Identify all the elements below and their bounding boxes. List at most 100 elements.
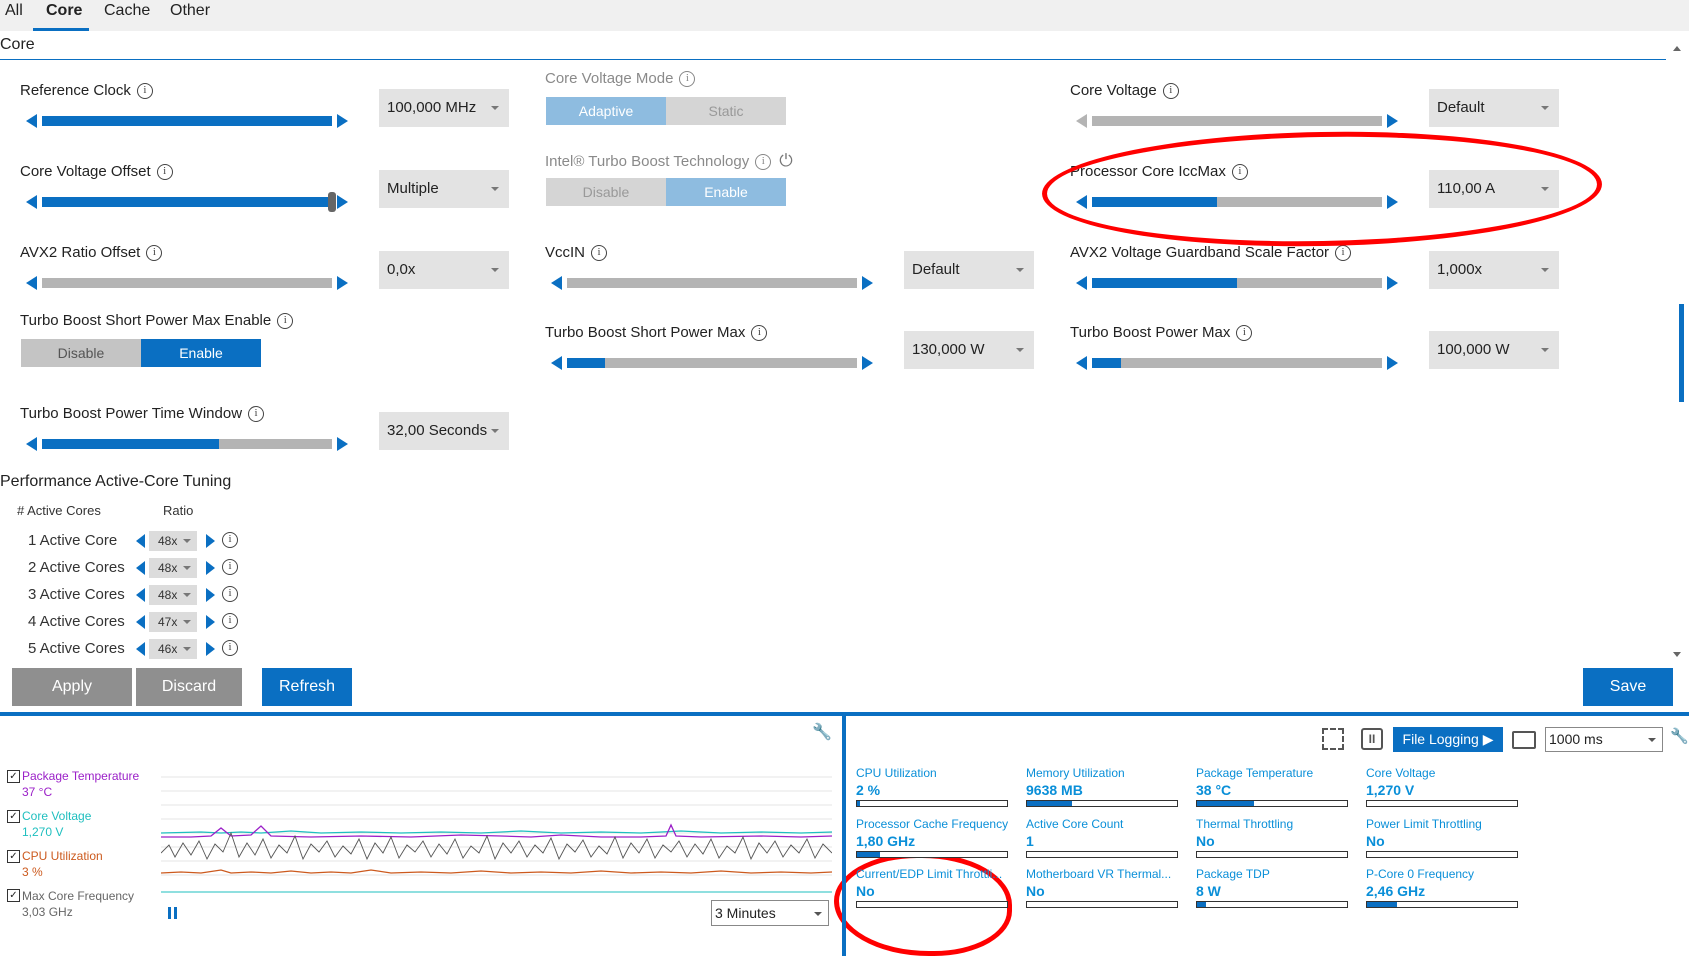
vccin-slider[interactable] xyxy=(551,275,873,291)
info-icon[interactable]: i xyxy=(277,313,294,330)
increase-arrow-icon[interactable] xyxy=(862,276,873,290)
intel-turbo-boost-toggle[interactable]: Disable Enable xyxy=(546,178,786,206)
info-icon[interactable]: i xyxy=(248,406,265,423)
pause-icon[interactable]: II xyxy=(1361,728,1383,750)
file-logging-button[interactable]: File Logging ▶ xyxy=(1393,727,1503,752)
increase-arrow-icon[interactable] xyxy=(1387,276,1398,290)
ratio-dropdown[interactable]: 48x xyxy=(149,531,197,551)
folder-icon[interactable] xyxy=(1512,731,1536,749)
increase-arrow-icon[interactable] xyxy=(337,437,348,451)
pause-graph-icon[interactable] xyxy=(168,907,171,919)
save-button[interactable]: Save xyxy=(1583,668,1673,706)
ratio-dropdown[interactable]: 47x xyxy=(149,612,197,632)
enable-option[interactable]: Enable xyxy=(141,339,261,367)
adaptive-option[interactable]: Adaptive xyxy=(546,97,666,125)
enable-option[interactable]: Enable xyxy=(666,178,786,206)
increase-arrow-icon[interactable] xyxy=(206,534,215,548)
info-icon[interactable]: i xyxy=(222,532,238,548)
avx2-voltage-guardband-dropdown[interactable]: 1,000x xyxy=(1429,251,1559,289)
decrease-arrow-icon[interactable] xyxy=(551,356,562,370)
discard-button[interactable]: Discard xyxy=(136,668,242,706)
ratio-dropdown[interactable]: 48x xyxy=(149,558,197,578)
scrollbar-thumb[interactable] xyxy=(1679,304,1684,402)
avx2-voltage-guardband-slider[interactable] xyxy=(1076,275,1398,291)
decrease-arrow-icon[interactable] xyxy=(26,437,37,451)
increase-arrow-icon[interactable] xyxy=(206,615,215,629)
decrease-arrow-icon[interactable] xyxy=(136,588,145,602)
info-icon[interactable]: i xyxy=(146,245,163,262)
info-icon[interactable]: i xyxy=(1236,325,1253,342)
scroll-down-icon[interactable] xyxy=(1673,652,1681,657)
interval-dropdown[interactable]: 1000 ms xyxy=(1545,727,1663,752)
avx2-ratio-offset-slider[interactable] xyxy=(26,275,348,291)
increase-arrow-icon[interactable] xyxy=(1387,356,1398,370)
info-icon[interactable]: i xyxy=(591,245,608,262)
turbo-time-window-dropdown[interactable]: 32,00 Seconds xyxy=(379,412,509,450)
info-icon[interactable]: i xyxy=(136,83,153,100)
ratio-dropdown[interactable]: 48x xyxy=(149,585,197,605)
increase-arrow-icon[interactable] xyxy=(1387,114,1398,128)
info-icon[interactable]: i xyxy=(755,154,772,171)
decrease-arrow-icon[interactable] xyxy=(136,534,145,548)
increase-arrow-icon[interactable] xyxy=(206,588,215,602)
info-icon[interactable]: i xyxy=(751,325,768,342)
turbo-boost-power-max-slider[interactable] xyxy=(1076,355,1398,371)
decrease-arrow-icon[interactable] xyxy=(551,276,562,290)
turbo-short-power-max-slider[interactable] xyxy=(551,355,873,371)
core-voltage-offset-dropdown[interactable]: Multiple xyxy=(379,170,509,208)
increase-arrow-icon[interactable] xyxy=(337,195,348,209)
legend-checkbox[interactable]: ✓ xyxy=(7,850,20,863)
decrease-arrow-icon[interactable] xyxy=(26,114,37,128)
decrease-arrow-icon[interactable] xyxy=(136,642,145,656)
decrease-arrow-icon[interactable] xyxy=(26,195,37,209)
turbo-time-window-slider[interactable] xyxy=(26,436,348,452)
reference-clock-dropdown[interactable]: 100,000 MHz xyxy=(379,89,509,127)
legend-checkbox[interactable]: ✓ xyxy=(7,889,20,902)
tab-other[interactable]: Other xyxy=(170,2,210,20)
decrease-arrow-icon[interactable] xyxy=(136,561,145,575)
avx2-ratio-offset-dropdown[interactable]: 0,0x xyxy=(379,251,509,289)
info-icon[interactable]: i xyxy=(679,71,696,88)
wrench-icon[interactable]: 🔧 xyxy=(1670,727,1689,745)
core-voltage-slider[interactable] xyxy=(1076,113,1398,129)
refresh-button[interactable]: Refresh xyxy=(262,668,352,706)
info-icon[interactable]: i xyxy=(1335,245,1352,262)
info-icon[interactable]: i xyxy=(222,559,238,575)
decrease-arrow-icon[interactable] xyxy=(1076,276,1087,290)
core-voltage-mode-toggle[interactable]: Adaptive Static xyxy=(546,97,786,125)
increase-arrow-icon[interactable] xyxy=(337,114,348,128)
increase-arrow-icon[interactable] xyxy=(206,561,215,575)
turbo-boost-power-max-dropdown[interactable]: 100,000 W xyxy=(1429,331,1559,369)
info-icon[interactable]: i xyxy=(222,613,238,629)
decrease-arrow-icon[interactable] xyxy=(1076,356,1087,370)
ratio-dropdown[interactable]: 46x xyxy=(149,639,197,659)
increase-arrow-icon[interactable] xyxy=(206,642,215,656)
tab-all[interactable]: All xyxy=(5,2,23,20)
scroll-up-icon[interactable] xyxy=(1673,46,1681,51)
expand-icon[interactable] xyxy=(1322,728,1344,750)
decrease-arrow-icon[interactable] xyxy=(26,276,37,290)
tab-cache[interactable]: Cache xyxy=(104,2,150,20)
decrease-arrow-icon[interactable] xyxy=(136,615,145,629)
decrease-arrow-icon[interactable] xyxy=(1076,114,1087,128)
tab-core[interactable]: Core xyxy=(46,2,82,20)
slider-thumb[interactable] xyxy=(328,192,336,212)
increase-arrow-icon[interactable] xyxy=(337,276,348,290)
turbo-short-enable-toggle[interactable]: Disable Enable xyxy=(21,339,261,367)
wrench-icon[interactable]: 🔧 xyxy=(812,722,832,742)
static-option[interactable]: Static xyxy=(666,97,786,125)
core-voltage-offset-slider[interactable] xyxy=(26,192,348,212)
vccin-dropdown[interactable]: Default xyxy=(904,251,1034,289)
info-icon[interactable]: i xyxy=(222,640,238,656)
legend-checkbox[interactable]: ✓ xyxy=(7,810,20,823)
power-icon[interactable]: ⏻ xyxy=(779,151,792,170)
reference-clock-slider[interactable] xyxy=(26,113,348,129)
info-icon[interactable]: i xyxy=(1162,83,1179,100)
apply-button[interactable]: Apply xyxy=(12,668,132,706)
disable-option[interactable]: Disable xyxy=(21,339,141,367)
turbo-short-power-max-dropdown[interactable]: 130,000 W xyxy=(904,331,1034,369)
legend-checkbox[interactable]: ✓ xyxy=(7,770,20,783)
increase-arrow-icon[interactable] xyxy=(862,356,873,370)
time-range-dropdown[interactable]: 3 Minutes xyxy=(711,900,829,926)
info-icon[interactable]: i xyxy=(222,586,238,602)
